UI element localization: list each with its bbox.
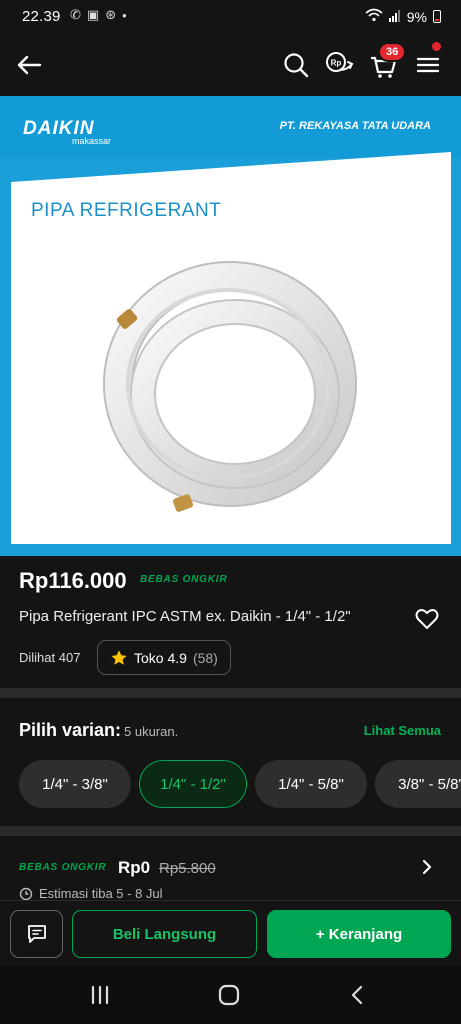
wifi-icon [365, 8, 383, 25]
whatsapp-icon: ✆ [70, 7, 81, 22]
image-title: PIPA REFRIGERANT [31, 200, 222, 221]
recent-apps-icon[interactable] [88, 984, 112, 1006]
battery-percent: 9% [406, 8, 427, 25]
status-bar: 22.39 ✆ ▣ ⊛ • 9% [0, 0, 461, 34]
see-all-variants-link[interactable]: Lihat Semua [364, 723, 441, 738]
battery-icon [433, 10, 441, 23]
add-to-cart-button[interactable]: + Keranjang [267, 910, 451, 958]
variant-title: Pilih varian: [19, 720, 122, 740]
system-back-icon[interactable] [346, 984, 370, 1006]
variant-count: 5 ukuran. [124, 724, 179, 739]
star-icon [111, 649, 127, 665]
variant-options: 1/4" - 3/8" 1/4" - 1/2" 1/4" - 5/8" 3/8"… [19, 760, 461, 808]
brand-sub: makassar [72, 136, 112, 146]
menu-notification-dot [432, 42, 441, 51]
buy-now-button[interactable]: Beli Langsung [72, 910, 257, 958]
system-navigation-bar [0, 966, 461, 1024]
shipping-price: Rp0 [118, 858, 151, 877]
bottom-action-bar: Beli Langsung + Keranjang [0, 900, 461, 966]
view-count: Dilihat 407 [19, 650, 81, 665]
variant-chip[interactable]: 3/8" - 5/8" [375, 760, 461, 808]
notification-icons: ✆ ▣ ⊛ • [70, 7, 127, 23]
company-name: PT. REKAYASA TATA UDARA [279, 120, 431, 132]
pipe-coil-illustration [103, 261, 357, 512]
section-divider [0, 826, 461, 836]
product-price: Rp116.000 [19, 568, 127, 593]
chat-icon [27, 925, 46, 943]
shop-rating-text: Toko 4.9 [134, 649, 187, 666]
promo-tag-icon[interactable]: Rp [323, 48, 357, 82]
section-divider [0, 688, 461, 698]
clock-icon [19, 887, 33, 900]
variant-chip-selected[interactable]: 1/4" - 1/2" [139, 760, 247, 808]
chevron-right-icon[interactable] [418, 858, 436, 876]
app-notification-icon: ▣ [86, 7, 100, 22]
free-shipping-badge: BEBAS ONGKIR [140, 574, 228, 585]
product-info: Rp116.000 BEBAS ONGKIR Pipa Refrigerant … [0, 556, 461, 688]
more-dot-icon: • [122, 7, 127, 23]
menu-icon[interactable] [411, 48, 445, 82]
shipping-free-label: BEBAS ONGKIR [19, 862, 107, 873]
wishlist-heart-icon[interactable] [414, 606, 440, 632]
delivery-estimate: Estimasi tiba 5 - 8 Jul [19, 886, 163, 901]
rating-count: (58) [192, 649, 218, 666]
product-image[interactable]: DAIKIN makassar PT. REKAYASA TATA UDARA … [0, 96, 461, 556]
status-time: 22.39 [22, 8, 61, 25]
shop-rating-chip[interactable]: Toko 4.9 (58) [97, 640, 231, 675]
status-right: 9% [365, 8, 441, 25]
top-navigation: Rp 36 [0, 34, 461, 96]
variant-chip[interactable]: 1/4" - 3/8" [19, 760, 131, 808]
variant-section: Pilih varian: 5 ukuran. Lihat Semua 1/4"… [0, 698, 461, 826]
product-name: Pipa Refrigerant IPC ASTM ex. Daikin - 1… [19, 608, 351, 625]
home-icon[interactable] [217, 984, 241, 1006]
delivery-estimate-text: Estimasi tiba 5 - 8 Jul [39, 886, 163, 901]
signal-icon [388, 9, 401, 25]
search-icon[interactable] [279, 48, 313, 82]
sync-icon: ⊛ [105, 7, 117, 22]
svg-text:Rp: Rp [331, 59, 342, 68]
chat-seller-button[interactable] [10, 910, 63, 958]
back-arrow-icon[interactable] [14, 50, 44, 80]
shipping-original-price: Rp5.800 [159, 860, 216, 877]
cart-count-badge: 36 [378, 42, 407, 62]
shipping-section[interactable]: BEBAS ONGKIR Rp0 Rp5.800 Estimasi tiba 5… [0, 836, 461, 902]
variant-chip[interactable]: 1/4" - 5/8" [255, 760, 367, 808]
